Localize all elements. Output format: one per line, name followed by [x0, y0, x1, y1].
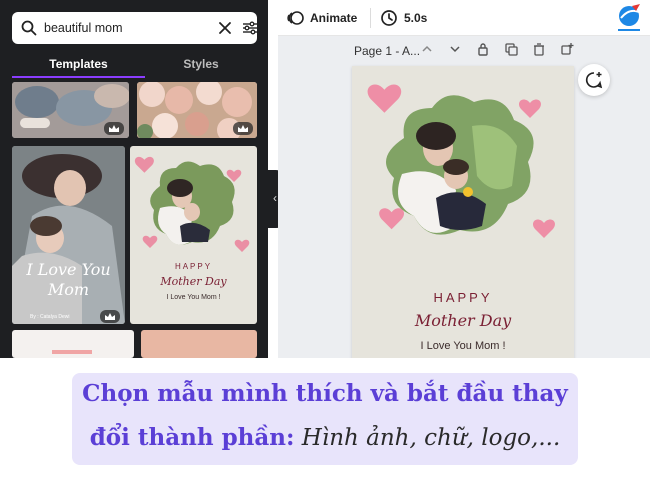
template-title-i-love-you-mom: I Love You Mom	[26, 260, 111, 299]
duplicate-icon	[505, 43, 518, 56]
chevron-down-icon	[450, 46, 460, 53]
caption-line-2: đổi thành phần: Hình ảnh, chữ, logo,...	[72, 424, 578, 451]
crown-icon	[109, 125, 119, 132]
heart-icon	[533, 219, 555, 238]
page-title[interactable]: Page 1 - A...	[354, 44, 420, 58]
toolbar-divider	[370, 8, 371, 28]
crown-icon	[105, 313, 115, 320]
design-text-mother-day[interactable]: Mother Day	[352, 311, 574, 330]
caption-line-2-italic: Hình ảnh, chữ, logo,...	[294, 425, 561, 451]
premium-badge	[233, 122, 253, 135]
move-page-up-button[interactable]	[420, 42, 436, 58]
add-page-icon	[561, 43, 574, 55]
add-page-button[interactable]	[560, 42, 576, 58]
design-text-love[interactable]: I Love You Mom !	[352, 340, 574, 352]
comment-add-icon	[585, 72, 603, 89]
templates-panel: Templates Styles	[0, 0, 268, 358]
template-text-mother-day: Mother Day	[160, 275, 227, 288]
close-icon[interactable]	[218, 21, 232, 35]
template-accent	[52, 350, 92, 354]
template-credit: By : Catalya Dewi	[30, 314, 70, 320]
tab-templates[interactable]: Templates	[12, 54, 145, 78]
delete-page-button[interactable]	[532, 42, 548, 58]
duplicate-page-button[interactable]	[504, 42, 520, 58]
search-bar[interactable]	[12, 12, 257, 44]
chevron-up-icon	[422, 45, 432, 52]
animate-label: Animate	[310, 11, 358, 25]
trash-icon	[534, 43, 544, 56]
template-thumbnail-peach[interactable]	[141, 330, 257, 358]
move-page-down-button[interactable]	[448, 42, 464, 58]
panel-tabs: Templates Styles	[0, 54, 268, 78]
lock-page-button[interactable]	[476, 42, 492, 58]
brand-logo	[618, 4, 640, 31]
template-thumbnail-pink[interactable]	[12, 330, 134, 358]
search-input[interactable]	[44, 18, 204, 38]
template-thumbnail-roses[interactable]	[137, 82, 257, 138]
caption-line-2-bold: đổi thành phần:	[89, 424, 295, 451]
template-thumbnail-family[interactable]	[12, 82, 129, 138]
caption-line-1: Chọn mẫu mình thích và bắt đầu thay	[82, 380, 568, 407]
search-icon	[21, 20, 37, 36]
template-text-love: I Love You Mom !	[166, 294, 221, 301]
editor-toolbar: Animate 5.0s	[278, 0, 650, 36]
filter-icon[interactable]	[242, 20, 258, 36]
premium-badge	[100, 310, 120, 323]
heart-icon	[379, 208, 405, 230]
duration-label: 5.0s	[404, 11, 428, 25]
heart-icon	[519, 99, 541, 118]
animate-icon	[287, 11, 304, 25]
lock-icon	[478, 43, 488, 56]
heart-icon	[367, 84, 402, 113]
add-comment-button[interactable]	[578, 64, 610, 96]
design-text-happy[interactable]: HAPPY	[352, 290, 574, 305]
tab-styles[interactable]: Styles	[145, 54, 257, 78]
chevron-left-icon: ‹	[273, 191, 277, 205]
clock-icon	[381, 10, 397, 26]
crown-icon	[238, 125, 248, 132]
premium-badge	[104, 122, 124, 135]
template-text-happy: HAPPY	[174, 262, 213, 271]
